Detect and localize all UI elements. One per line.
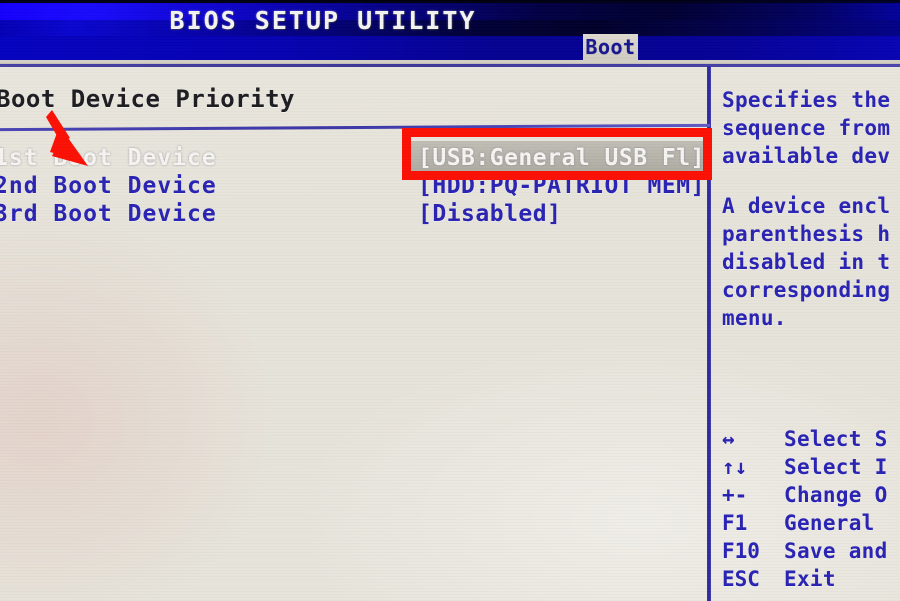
boot-device-2-label: 2nd Boot Device — [0, 173, 217, 199]
boot-device-3-value[interactable]: [Disabled] — [418, 201, 561, 227]
legend-row-select-screen: ↔ Select S — [712, 425, 900, 453]
panel-title: Boot Device Priority — [0, 85, 295, 113]
legend-row-exit: ESC Exit — [712, 565, 900, 593]
bios-screen: BIOS SETUP UTILITY Boot Boot Device Prio… — [0, 0, 900, 601]
help-line: Specifies the — [722, 88, 891, 112]
legend-label: Select S — [784, 427, 888, 451]
help-panel: Specifies the sequence from available de… — [722, 86, 900, 332]
help-line: menu. — [722, 306, 787, 330]
page-title: BIOS SETUP UTILITY — [169, 6, 477, 35]
legend-label: Save and — [784, 539, 888, 563]
legend-row-save-exit: F10 Save and — [712, 537, 900, 565]
help-line: available dev — [722, 144, 891, 168]
up-down-arrow-icon: ↑↓ — [722, 455, 748, 479]
annotation-highlight-box — [402, 128, 712, 180]
legend-row-general-help: F1 General — [712, 509, 900, 537]
boot-device-1-label: 1st Boot Device — [0, 145, 217, 171]
esc-key-icon: ESC — [722, 567, 760, 591]
legend-label: Select I — [784, 455, 888, 479]
legend-label: Change O — [784, 483, 888, 507]
f1-key-icon: F1 — [722, 511, 748, 535]
boot-device-3-label: 3rd Boot Device — [0, 201, 217, 227]
legend-row-change-option: +- Change O — [712, 481, 900, 509]
help-line: corresponding — [722, 278, 891, 302]
legend-label: Exit — [784, 567, 836, 591]
help-line: A device encl — [722, 194, 891, 218]
f10-key-icon: F10 — [722, 539, 760, 563]
bios-header-bar: BIOS SETUP UTILITY — [0, 0, 900, 60]
help-line: sequence from — [722, 116, 891, 140]
tab-boot[interactable]: Boot — [583, 34, 638, 60]
help-line: parenthesis h — [722, 222, 891, 246]
plus-minus-icon: +- — [722, 483, 748, 507]
legend-label: General — [784, 511, 875, 535]
header-lower-band — [0, 36, 900, 60]
legend-row-select-item: ↑↓ Select I — [712, 453, 900, 481]
left-right-arrow-icon: ↔ — [722, 427, 735, 451]
header-blue-rule — [0, 64, 900, 67]
help-spacer — [722, 170, 900, 192]
help-line: disabled in t — [722, 250, 891, 274]
key-legend: ↔ Select S ↑↓ Select I +- Change O F1 Ge… — [712, 425, 900, 593]
